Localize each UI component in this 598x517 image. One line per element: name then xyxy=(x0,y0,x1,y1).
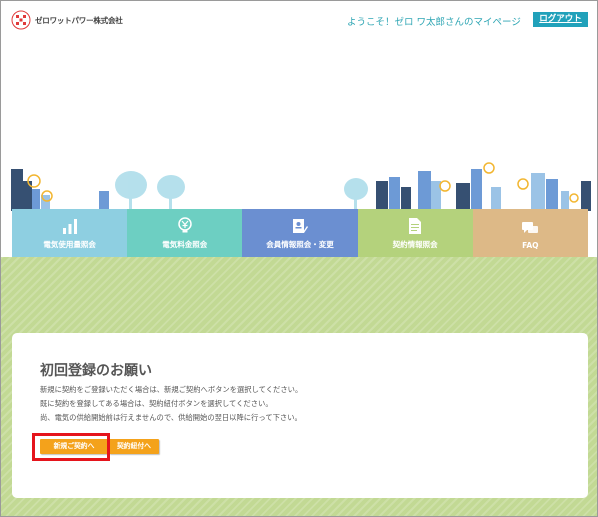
nav-contract-info[interactable]: 契約情報照会 xyxy=(357,209,473,257)
instruction-line: 尚、電気の供給開始前は行えませんので、供給開始の翌日以降に行って下さい。 xyxy=(40,413,302,422)
nav-charges-label: 電気料金照会 xyxy=(162,240,208,249)
instruction-line: 新規に契約をご登録いただく場合は、新規ご契約へボタンを選択してください。 xyxy=(40,385,303,394)
nav-member-info[interactable]: 会員情報照会・変更 xyxy=(242,209,358,257)
city-skyline-illustration xyxy=(11,162,591,211)
page-frame: ゼロワットパワー株式会社 ようこそ！ゼロ ワ太郎さんのマイページ ログアウト 電… xyxy=(0,0,598,517)
logout-button[interactable]: ログアウト xyxy=(533,12,588,27)
main-navigation: 電気使用量照会 電気料金照会 会員情報照会・変更 契約情報照会 FAQ xyxy=(12,209,588,257)
nav-charges[interactable]: 電気料金照会 xyxy=(127,209,243,257)
nav-faq-label: FAQ xyxy=(522,241,539,250)
chat-bubbles-icon xyxy=(522,222,539,233)
nav-usage[interactable]: 電気使用量照会 xyxy=(12,209,128,257)
header: ゼロワットパワー株式会社 ようこそ！ゼロ ワ太郎さんのマイページ ログアウト xyxy=(1,1,597,37)
card-title: 初回登録のお願い xyxy=(40,363,152,379)
nav-contract-info-label: 契約情報照会 xyxy=(392,240,438,249)
first-registration-card: 初回登録のお願い 新規に契約をご登録いただく場合は、新規ご契約へボタンを選択して… xyxy=(12,333,588,498)
nav-usage-label: 電気使用量照会 xyxy=(43,240,96,249)
bar-chart-icon xyxy=(62,219,77,234)
logo-mark-icon xyxy=(11,10,31,30)
profile-edit-icon xyxy=(292,219,308,233)
link-contract-button[interactable]: 契約紐付へ xyxy=(109,439,159,454)
instruction-line: 既に契約を登録してある場合は、契約紐付ボタンを選択してください。 xyxy=(40,399,273,408)
card-instructions: 新規に契約をご登録いただく場合は、新規ご契約へボタンを選択してください。 既に契… xyxy=(40,383,302,425)
document-icon xyxy=(409,218,422,234)
highlight-box xyxy=(32,433,110,461)
welcome-message: ようこそ！ゼロ ワ太郎さんのマイページ xyxy=(347,17,521,28)
company-logo[interactable]: ゼロワットパワー株式会社 xyxy=(11,10,123,30)
nav-member-info-label: 会員情報照会・変更 xyxy=(266,240,334,249)
nav-faq[interactable]: FAQ xyxy=(472,209,588,257)
lightbulb-yen-icon xyxy=(178,217,192,233)
logo-text: ゼロワットパワー株式会社 xyxy=(35,15,123,25)
